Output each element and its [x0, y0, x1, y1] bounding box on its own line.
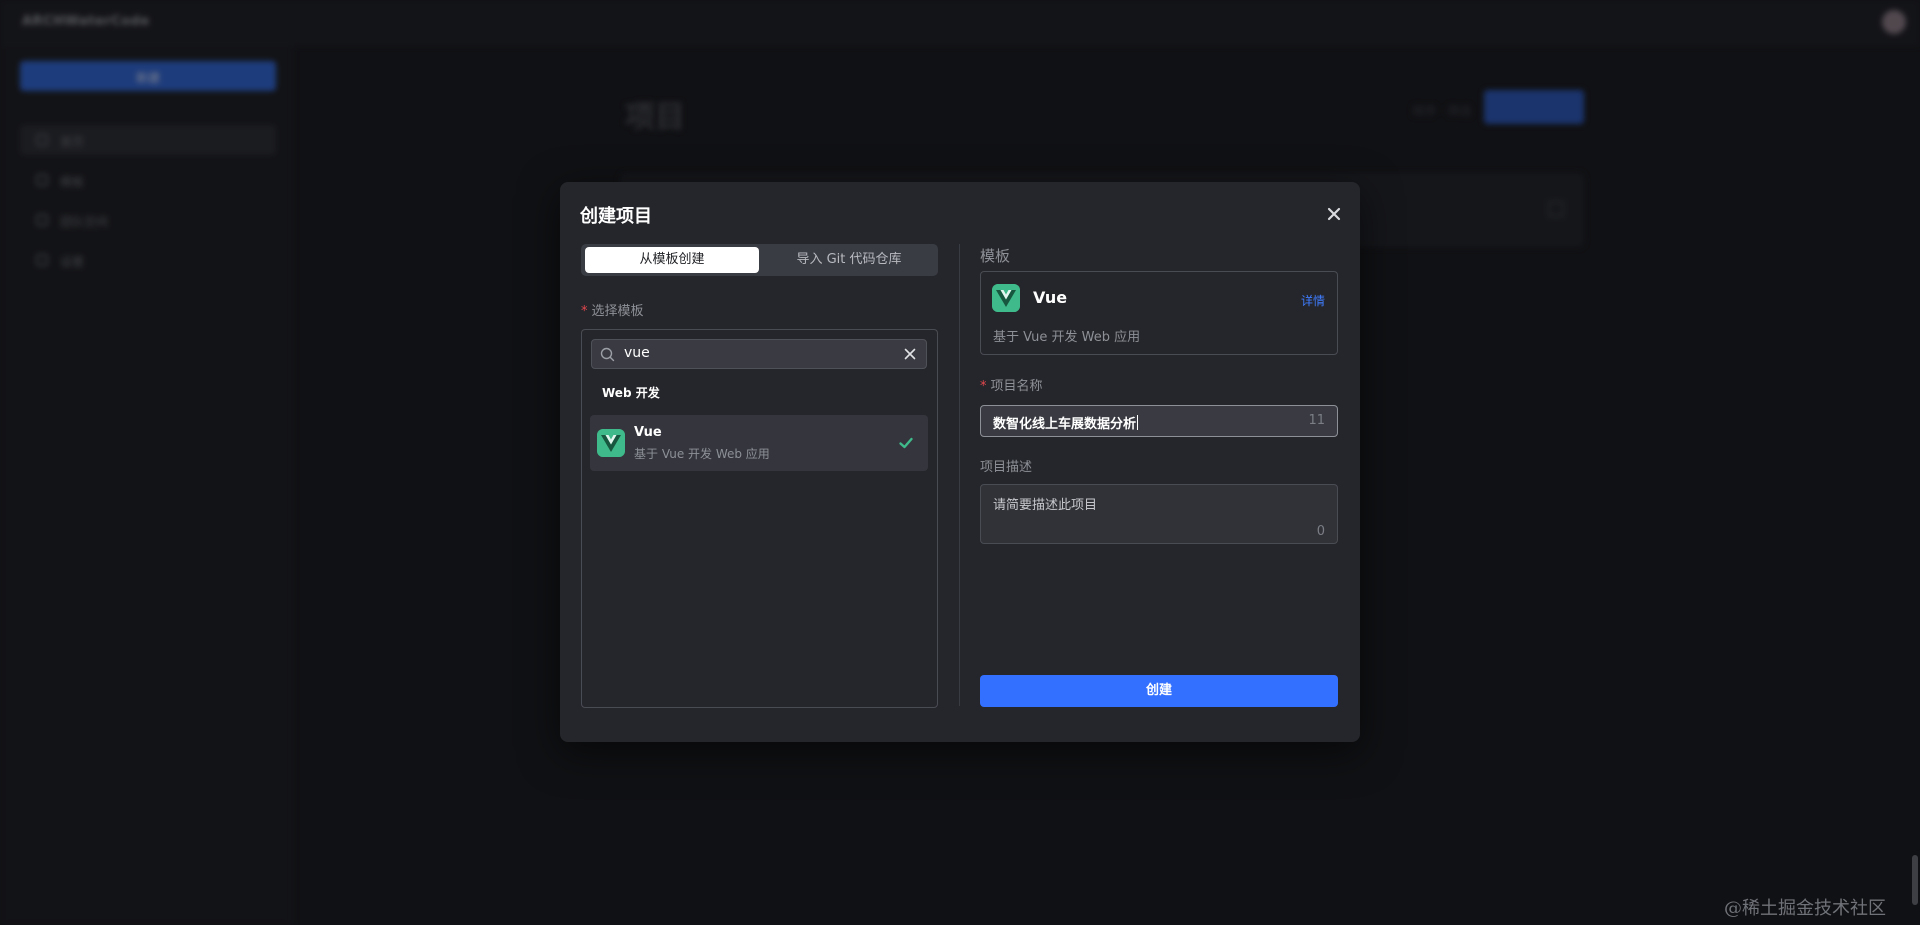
- create-project-dialog: 创建项目 从模板创建 导入 Git 代码仓库 *选择模板 vue Web 开发: [560, 182, 1360, 742]
- required-mark: *: [980, 379, 987, 394]
- tab-from-template[interactable]: 从模板创建: [585, 247, 759, 273]
- column-divider: [959, 244, 960, 706]
- template-picker: vue Web 开发 Vue 基于 Vue 开发 Web 应用: [581, 329, 938, 708]
- select-template-label: * 选择模板: [581, 300, 644, 319]
- template-name: Vue: [634, 425, 662, 440]
- required-mark: *: [581, 304, 588, 319]
- vue-logo-icon: [992, 284, 1020, 312]
- template-item-vue[interactable]: Vue 基于 Vue 开发 Web 应用: [590, 415, 928, 471]
- selected-template-name: Vue: [1033, 288, 1068, 307]
- clear-icon[interactable]: [904, 348, 916, 360]
- description-count: 0: [1316, 524, 1325, 539]
- project-name-text: 数智化线上车展数据分析: [993, 417, 1137, 432]
- project-name-label-text: 项目名称: [990, 379, 1043, 394]
- select-template-label-text: 选择模板: [591, 304, 644, 319]
- project-description-input[interactable]: 请简要描述此项目 0: [980, 484, 1338, 544]
- dialog-title: 创建项目: [580, 206, 652, 227]
- template-description: 基于 Vue 开发 Web 应用: [634, 447, 770, 461]
- check-icon: [899, 437, 913, 449]
- text-caret: [1137, 415, 1139, 430]
- project-description-label: 项目描述: [980, 460, 1033, 475]
- template-section-label: 模板: [980, 247, 1011, 265]
- project-name-count: 11: [1308, 413, 1325, 428]
- project-name-label: * 项目名称: [980, 375, 1043, 394]
- template-group-title: Web 开发: [602, 386, 660, 400]
- search-value: vue: [624, 345, 650, 361]
- vue-logo-icon: [597, 429, 625, 457]
- watermark: @稀土掘金技术社区: [1724, 898, 1886, 919]
- create-button[interactable]: 创建: [980, 675, 1338, 707]
- source-tabs: 从模板创建 导入 Git 代码仓库: [581, 244, 938, 276]
- search-icon: [600, 347, 615, 362]
- tab-import-git[interactable]: 导入 Git 代码仓库: [763, 247, 935, 273]
- description-placeholder: 请简要描述此项目: [993, 498, 1098, 513]
- template-detail-link[interactable]: 详情: [1301, 292, 1325, 309]
- project-name-value: 数智化线上车展数据分析: [993, 413, 1139, 432]
- selected-template-description: 基于 Vue 开发 Web 应用: [993, 330, 1141, 345]
- project-name-input[interactable]: 数智化线上车展数据分析 11: [980, 405, 1338, 437]
- close-icon[interactable]: [1326, 206, 1342, 222]
- selected-template-card: Vue 详情 基于 Vue 开发 Web 应用: [980, 271, 1338, 355]
- scrollbar[interactable]: [1912, 855, 1918, 905]
- template-search-input[interactable]: vue: [591, 339, 927, 369]
